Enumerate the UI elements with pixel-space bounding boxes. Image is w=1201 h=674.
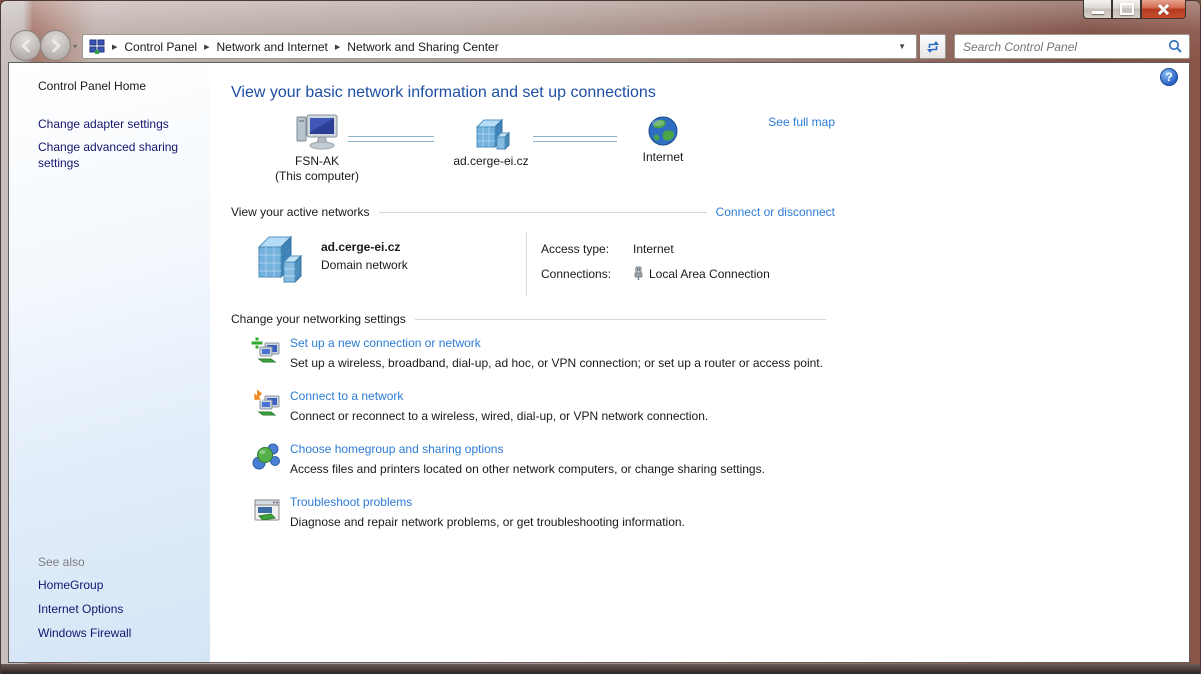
- access-type-value: Internet: [633, 242, 674, 256]
- active-network-row: ad.cerge-ei.cz Domain network Access typ…: [251, 232, 835, 296]
- breadcrumb-separator-icon[interactable]: ▶: [328, 43, 347, 51]
- page-title: View your basic network information and …: [231, 83, 835, 103]
- content-area: ? Control Panel Home Change adapter sett…: [8, 62, 1190, 663]
- see-also-heading: See also: [38, 555, 188, 569]
- see-also-section: See also HomeGroup Internet Options Wind…: [38, 555, 188, 649]
- setup-new-connection-link[interactable]: Set up a new connection or network: [290, 336, 481, 350]
- access-type-row: Access type: Internet: [541, 240, 835, 257]
- close-button[interactable]: [1141, 0, 1186, 19]
- breadcrumb-separator-icon: ▶: [105, 43, 124, 51]
- active-network-details: Access type: Internet Connections:: [526, 232, 835, 296]
- breadcrumb-network-sharing-center[interactable]: Network and Sharing Center: [347, 40, 498, 54]
- main-pane: View your basic network information and …: [210, 63, 1189, 662]
- map-node-label: FSN-AK (This computer): [262, 154, 372, 184]
- active-networks-header: View your active networks Connect or dis…: [231, 205, 835, 219]
- breadcrumb-control-panel[interactable]: Control Panel: [124, 40, 197, 54]
- computer-sublabel: (This computer): [262, 169, 372, 184]
- homegroup-icon: [251, 441, 285, 477]
- active-network-type: Domain network: [321, 258, 526, 272]
- minimize-icon: [1092, 11, 1104, 14]
- search-input[interactable]: [961, 39, 1168, 55]
- map-node-label: Internet: [608, 150, 718, 165]
- networking-settings-header: Change your networking settings: [231, 312, 835, 326]
- internet-label: Internet: [608, 150, 718, 165]
- task-homegroup-options: Choose homegroup and sharing options Acc…: [251, 441, 835, 477]
- task-connect-to-network: Connect to a network Connect or reconnec…: [251, 388, 835, 424]
- maximize-icon: [1120, 3, 1134, 15]
- connect-to-network-link[interactable]: Connect to a network: [290, 389, 403, 403]
- task-setup-new-connection: Set up a new connection or network Set u…: [251, 335, 835, 371]
- map-node-domain[interactable]: ad.cerge-ei.cz: [436, 117, 546, 169]
- active-networks-label: View your active networks: [231, 205, 370, 219]
- recent-pages-dropdown[interactable]: ▾: [73, 42, 77, 51]
- sidebar-item-change-advanced-sharing[interactable]: Change advanced sharing settings: [38, 139, 188, 171]
- close-icon: [1157, 3, 1170, 16]
- network-address-icon: [89, 39, 105, 55]
- sidebar-item-windows-firewall[interactable]: Windows Firewall: [38, 625, 188, 641]
- back-arrow-icon: [18, 38, 34, 54]
- forward-arrow-icon: [48, 38, 64, 54]
- breadcrumb-separator-icon[interactable]: ▶: [197, 43, 216, 51]
- task-description: Set up a wireless, broadband, dial-up, a…: [290, 355, 823, 371]
- map-node-internet[interactable]: Internet: [608, 115, 718, 165]
- networking-settings-label: Change your networking settings: [231, 312, 406, 326]
- maximize-button[interactable]: [1112, 0, 1141, 19]
- computer-name: FSN-AK: [262, 154, 372, 169]
- window-frame-bottom: [1, 664, 1200, 674]
- refresh-icon: [925, 40, 941, 54]
- connect-or-disconnect-link[interactable]: Connect or disconnect: [716, 205, 835, 219]
- globe-icon: [647, 115, 679, 147]
- task-description: Connect or reconnect to a wireless, wire…: [290, 408, 708, 424]
- homegroup-options-link[interactable]: Choose homegroup and sharing options: [290, 442, 503, 456]
- connect-network-icon: [251, 388, 285, 424]
- help-icon[interactable]: ?: [1160, 68, 1178, 86]
- task-troubleshoot-problems: Troubleshoot problems Diagnose and repai…: [251, 494, 835, 530]
- window-controls: [1083, 0, 1186, 19]
- task-text: Connect to a network Connect or reconnec…: [290, 388, 708, 424]
- search-box[interactable]: [954, 34, 1190, 59]
- network-map: FSN-AK (This computer): [231, 107, 835, 189]
- active-network-name: ad.cerge-ei.cz: [321, 240, 526, 254]
- access-type-label: Access type:: [541, 242, 633, 256]
- map-node-label: ad.cerge-ei.cz: [436, 154, 546, 169]
- sidebar: Control Panel Home Change adapter settin…: [9, 63, 210, 662]
- troubleshoot-icon: [251, 494, 285, 530]
- task-text: Choose homegroup and sharing options Acc…: [290, 441, 765, 477]
- minimize-button[interactable]: [1083, 0, 1112, 19]
- forward-button[interactable]: [40, 30, 71, 61]
- sidebar-item-change-adapter-settings[interactable]: Change adapter settings: [38, 116, 188, 132]
- task-text: Troubleshoot problems Diagnose and repai…: [290, 494, 685, 530]
- domain-network-large-icon[interactable]: [251, 234, 307, 296]
- networking-tasks: Set up a new connection or network Set u…: [231, 335, 835, 530]
- section-rule: [379, 212, 707, 213]
- lan-connection-icon: [633, 266, 644, 281]
- connections-label: Connections:: [541, 267, 633, 281]
- task-text: Set up a new connection or network Set u…: [290, 335, 823, 371]
- breadcrumb-network-and-internet[interactable]: Network and Internet: [217, 40, 328, 54]
- address-bar[interactable]: ▶ Control Panel ▶ Network and Internet ▶…: [82, 34, 917, 59]
- section-rule: [415, 319, 826, 320]
- active-network-identity: ad.cerge-ei.cz Domain network: [321, 232, 526, 296]
- address-dropdown-icon[interactable]: ▼: [894, 42, 910, 51]
- domain-network-icon: [469, 117, 513, 151]
- task-description: Diagnose and repair network problems, or…: [290, 514, 685, 530]
- domain-buildings-icon: [251, 234, 307, 286]
- sidebar-item-homegroup[interactable]: HomeGroup: [38, 577, 188, 593]
- new-connection-icon: [251, 335, 285, 371]
- troubleshoot-problems-link[interactable]: Troubleshoot problems: [290, 495, 412, 509]
- sidebar-item-internet-options[interactable]: Internet Options: [38, 601, 188, 617]
- sidebar-task-links: Change adapter settings Change advanced …: [38, 116, 188, 178]
- map-node-this-computer[interactable]: FSN-AK (This computer): [262, 113, 372, 184]
- connections-row: Connections: Local Area Connection: [541, 265, 835, 282]
- domain-name: ad.cerge-ei.cz: [436, 154, 546, 169]
- sidebar-item-control-panel-home[interactable]: Control Panel Home: [38, 79, 146, 93]
- task-description: Access files and printers located on oth…: [290, 461, 765, 477]
- back-button[interactable]: [10, 30, 41, 61]
- see-full-map-link[interactable]: See full map: [768, 115, 835, 129]
- computer-icon: [294, 113, 340, 151]
- local-area-connection-link[interactable]: Local Area Connection: [649, 267, 770, 281]
- refresh-button[interactable]: [920, 34, 946, 59]
- search-icon[interactable]: [1168, 39, 1183, 54]
